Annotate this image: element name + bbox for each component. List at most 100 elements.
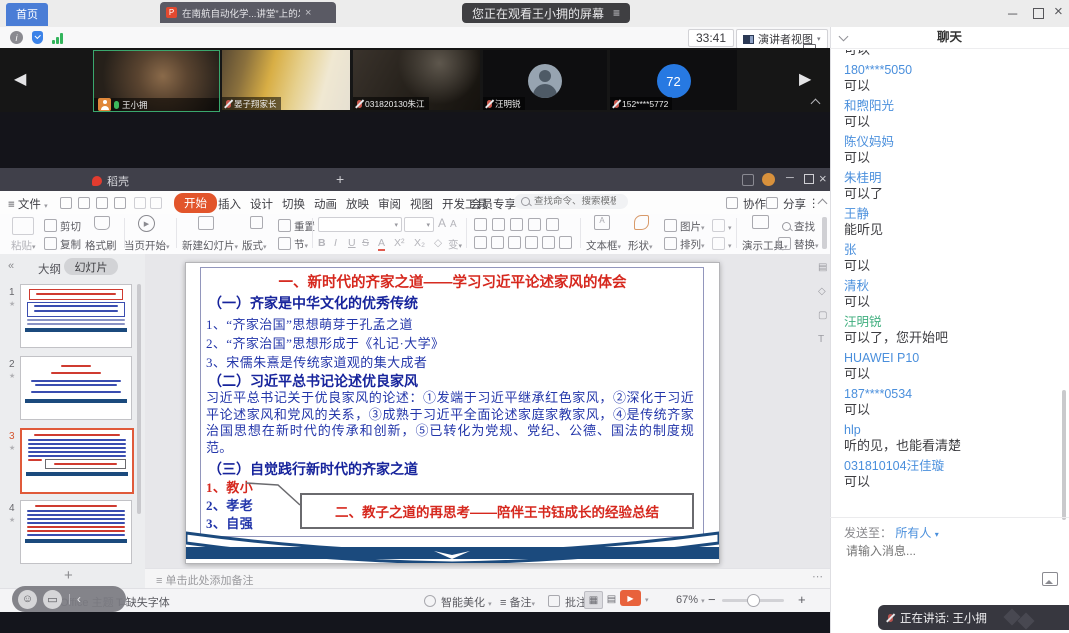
maximize-button[interactable] (1033, 8, 1044, 19)
tab-close-icon[interactable]: × (305, 7, 311, 19)
zoom-level[interactable]: 67% ▾ (676, 594, 705, 606)
properties-icon[interactable]: ▤ (818, 262, 827, 273)
italic-button[interactable]: I (334, 237, 337, 249)
zoom-slider-knob[interactable] (747, 594, 760, 607)
security-shield-icon[interactable] (32, 31, 43, 44)
font-size-select[interactable]: ▾ (404, 217, 434, 232)
copy-button[interactable]: 复制 (44, 237, 81, 252)
play-from-current-icon[interactable]: ▶ (138, 215, 155, 232)
increase-font-icon[interactable]: A (438, 216, 446, 230)
menu-insert[interactable]: 插入 (218, 196, 241, 212)
new-slide-button[interactable]: 新建幻灯片▾ (182, 238, 238, 253)
new-tab-button[interactable]: + (336, 171, 344, 187)
participant-video-4[interactable]: 汪明锐 (483, 50, 607, 110)
decrease-indent-icon[interactable] (510, 218, 523, 231)
menu-member[interactable]: 会员专享 (470, 196, 516, 212)
layout-button[interactable]: 版式▾ (242, 238, 267, 253)
subscript-button[interactable]: X₂ (414, 237, 425, 249)
font-color-button[interactable]: A (378, 237, 385, 251)
send-to-dropdown[interactable]: 所有人 (895, 526, 931, 540)
ribbon-scrollbar[interactable] (822, 217, 827, 249)
tab-docer[interactable]: 稻壳 (92, 173, 129, 189)
album-button[interactable]: ▾ (712, 237, 732, 251)
search-input[interactable] (534, 196, 616, 207)
align-center-icon[interactable] (491, 236, 504, 249)
play-from-current-button[interactable]: 当页开始▾ (124, 238, 170, 253)
collaborate-button[interactable]: 协作 (726, 196, 766, 212)
wps-minimize-icon[interactable]: ─ (786, 172, 794, 184)
find-button[interactable]: 查找 (782, 219, 815, 234)
slideshow-play-button[interactable]: ▶ (620, 590, 641, 606)
tab-slides[interactable]: 幻灯片 (64, 258, 118, 275)
scroll-left-icon[interactable]: ◀ (14, 69, 26, 89)
zoom-in-button[interactable]: + (798, 592, 806, 607)
wps-close-icon[interactable]: × (819, 171, 827, 186)
arrange-button[interactable]: 排列▾ (664, 237, 705, 252)
justify-icon[interactable] (525, 236, 538, 249)
menu-animation[interactable]: 动画 (314, 196, 337, 212)
collapse-panel-icon[interactable]: « (8, 260, 14, 272)
notes-placeholder[interactable]: ≡ 单击此处添加备注 (156, 572, 253, 588)
textbox-button[interactable]: 文本框▾ (586, 238, 621, 253)
participant-video-2[interactable]: 晏子翔家长 (222, 50, 350, 110)
superscript-button[interactable]: X² (394, 237, 405, 249)
redo-icon[interactable] (150, 197, 162, 209)
normal-view-icon[interactable]: ▦ (584, 591, 603, 609)
textbox-icon[interactable]: A (594, 215, 610, 230)
menu-review[interactable]: 审阅 (378, 196, 401, 212)
chat-scrollbar[interactable] (1062, 390, 1066, 520)
close-button[interactable]: × (1054, 5, 1063, 18)
smart-beautify-button[interactable]: 智能美化 ▾ (424, 594, 492, 610)
bullet-list-icon[interactable] (474, 218, 487, 231)
chat-input[interactable] (844, 543, 1058, 559)
minimize-button[interactable]: ─ (1008, 7, 1017, 20)
bold-button[interactable]: B (318, 237, 326, 249)
line-spacing-icon[interactable] (546, 218, 559, 231)
strikethrough-button[interactable]: S (362, 237, 369, 249)
chat-message-list[interactable]: 可以 180****5050 可以 和煦阳光 可以 陈仪妈妈 可以 朱桂明 可以… (844, 50, 1056, 512)
paste-button[interactable]: 粘贴▾ (11, 238, 36, 253)
tab-list-icon[interactable] (742, 174, 754, 186)
whiteboard-tool-icon[interactable]: ▭ (43, 590, 62, 609)
font-name-select[interactable]: ▾ (318, 217, 402, 232)
comments-button[interactable]: 批注 (548, 594, 587, 610)
layout-icon[interactable] (250, 216, 263, 229)
output-icon[interactable] (114, 197, 126, 209)
numbered-list-icon[interactable] (492, 218, 505, 231)
slide-sorter-view-icon[interactable]: ▤ (603, 591, 620, 607)
screenshot-icon[interactable] (1042, 572, 1058, 586)
slide-thumbnail-1[interactable] (20, 284, 132, 348)
tab-document[interactable]: P 在南航自动化学...讲堂”上的发言 × (160, 2, 336, 23)
scroll-right-icon[interactable]: ▶ (799, 69, 811, 89)
tab-home[interactable]: 首页 (6, 3, 48, 26)
format-painter-icon[interactable] (94, 216, 110, 230)
menu-transition[interactable]: 切换 (282, 196, 305, 212)
notes-toggle-button[interactable]: ≡ 备注▾ (500, 594, 535, 610)
panel-scrollbar[interactable] (137, 284, 141, 514)
shapes-icon[interactable] (634, 215, 649, 230)
text-direction-icon[interactable] (559, 236, 572, 249)
slide-thumbnail-3-selected[interactable] (20, 428, 134, 494)
banner-menu-icon[interactable]: ≡ (613, 6, 620, 20)
menu-design[interactable]: 设计 (250, 196, 273, 212)
account-avatar[interactable] (762, 173, 775, 186)
decrease-font-icon[interactable]: A (450, 219, 457, 230)
print-preview-icon[interactable] (96, 197, 108, 209)
presentation-tools-icon[interactable] (752, 215, 769, 229)
underline-button[interactable]: U (348, 237, 356, 249)
align-left-icon[interactable] (474, 236, 487, 249)
slide-thumbnail-2[interactable] (20, 356, 132, 420)
slide-thumbnail-4[interactable] (20, 500, 132, 564)
zoom-out-button[interactable]: − (708, 592, 716, 607)
participant-video-1[interactable]: 王小拥 (93, 50, 220, 112)
effects-icon[interactable]: ◇ (818, 286, 826, 297)
distribute-icon[interactable] (542, 236, 555, 249)
cut-button[interactable]: 剪切 (44, 219, 81, 234)
add-slide-button[interactable]: + (64, 567, 73, 584)
participant-video-5[interactable]: 72 152****5772 (610, 50, 737, 110)
print-icon[interactable] (78, 197, 90, 209)
play-options-icon[interactable]: ▾ (645, 596, 649, 604)
paste-icon[interactable] (12, 217, 34, 235)
text-effects-icon[interactable]: 变▾ (448, 237, 462, 252)
replace-button[interactable]: 替换▾ (778, 237, 819, 252)
